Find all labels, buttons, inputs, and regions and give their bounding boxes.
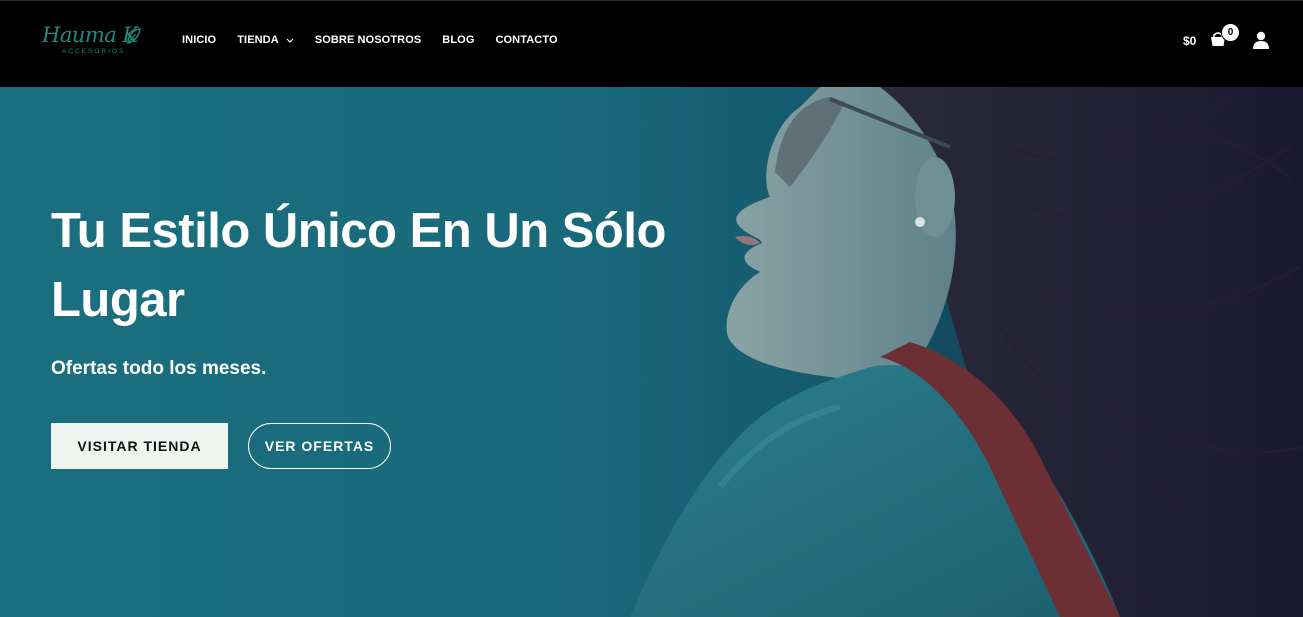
site-header: Hauma K ACCESORIOS INICIO TIENDA SOBRE N…: [0, 0, 1303, 87]
nav-item-inicio[interactable]: INICIO: [182, 34, 216, 46]
visitar-tienda-button[interactable]: VISITAR TIENDA: [51, 423, 228, 469]
nav-item-tienda[interactable]: TIENDA: [237, 34, 294, 46]
chevron-down-icon: [286, 38, 294, 43]
nav-item-blog[interactable]: BLOG: [442, 34, 474, 46]
nav-label: TIENDA: [237, 34, 279, 46]
cart-count-badge: 0: [1221, 23, 1240, 42]
cart-total[interactable]: $0: [1183, 34, 1196, 48]
main-nav: INICIO TIENDA SOBRE NOSOTROS BLOG CONTAC…: [182, 34, 579, 46]
logo-script-text: Hauma K: [42, 23, 138, 47]
nav-label: BLOG: [442, 34, 475, 46]
nav-label: CONTACTO: [495, 34, 558, 46]
nav-label: SOBRE NOSOTROS: [314, 34, 422, 46]
ver-ofertas-button[interactable]: VER OFERTAS: [248, 423, 391, 469]
nav-label: INICIO: [182, 34, 217, 46]
site-logo[interactable]: Hauma K ACCESORIOS: [42, 23, 142, 59]
leaf-icon: [127, 28, 141, 44]
hero-title: Tu Estilo Único En Un Sólo Lugar: [51, 204, 666, 327]
hero-photo-woman: [630, 87, 1303, 617]
hero-banner: Tu Estilo Único En Un Sólo Lugar Ofertas…: [0, 87, 1303, 617]
hero-subtitle: Ofertas todo los meses.: [51, 358, 267, 379]
logo-subtitle: ACCESORIOS: [62, 48, 126, 55]
nav-item-sobre-nosotros[interactable]: SOBRE NOSOTROS: [315, 34, 422, 46]
nav-item-contacto[interactable]: CONTACTO: [495, 34, 557, 46]
user-icon[interactable]: [1252, 31, 1270, 49]
